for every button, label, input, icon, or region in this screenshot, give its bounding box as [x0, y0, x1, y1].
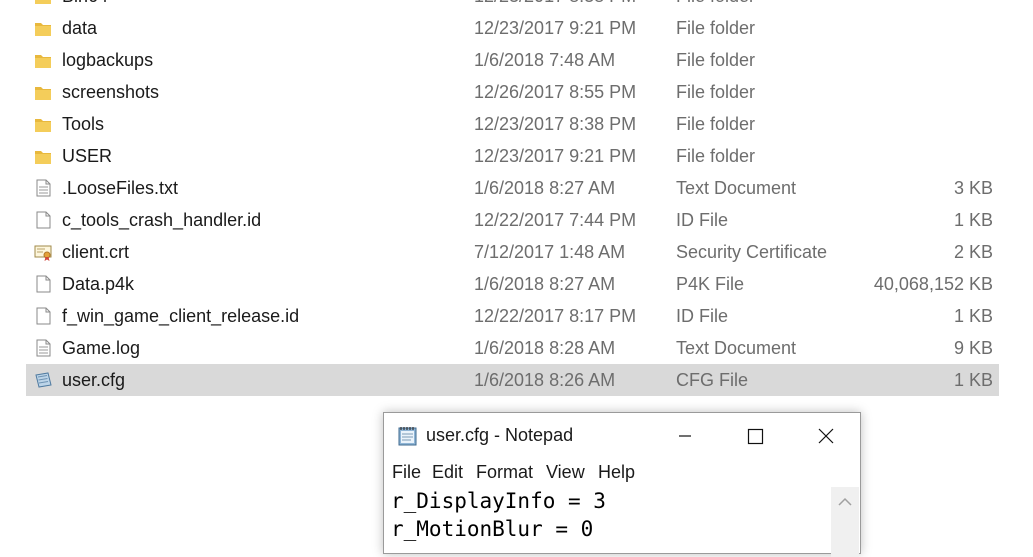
file-name: logbackups	[62, 50, 154, 70]
folder-icon	[35, 0, 51, 4]
file-row[interactable]: .LooseFiles.txt 1/6/2018 8:27 AM Text Docu…	[26, 172, 999, 204]
file-row[interactable]: user.cfg 1/6/2018 8:26 AM CFG File 1 KB	[26, 364, 999, 396]
file-type: ID File	[676, 210, 729, 230]
file-type: P4K File	[676, 274, 745, 294]
notepad-menubar: File Edit Format View Help	[384, 459, 860, 487]
file-row[interactable]: c_tools_crash_handler.id 12/22/2017 7:44 …	[26, 204, 999, 236]
file-type: File folder	[676, 18, 756, 38]
folder-icon	[35, 151, 51, 164]
file-date-modified: 1/6/2018 8:26 AM	[474, 370, 616, 390]
file-type: File folder	[676, 82, 756, 102]
file-date-modified: 1/6/2018 8:27 AM	[474, 274, 616, 294]
file-size: 1 KB	[953, 210, 993, 230]
file-date-modified: 7/12/2017 1:48 AM	[474, 242, 626, 262]
file-name: f_win_game_client_release.id	[62, 306, 300, 326]
file-date-modified: 1/6/2018 7:48 AM	[474, 50, 616, 70]
file-date-modified: 12/26/2017 8:55 PM	[474, 82, 637, 102]
file-name: screenshots	[62, 82, 160, 102]
file-type: CFG File	[676, 370, 748, 390]
file-date-modified: 12/23/2017 9:21 PM	[474, 18, 637, 38]
file-row[interactable]: Tools 12/23/2017 8:38 PM File folder	[26, 108, 999, 140]
notepad-titlebar[interactable]: user.cfg - Notepad	[384, 413, 860, 459]
file-type: Security Certificate	[676, 242, 828, 262]
file-size: 1 KB	[953, 370, 993, 390]
file-size: 1 KB	[953, 306, 993, 326]
file-row[interactable]: Data.p4k 1/6/2018 8:27 AM P4K File 40,068,1…	[26, 268, 999, 300]
minimize-button[interactable]	[650, 413, 720, 459]
file-name: Tools	[62, 114, 105, 134]
file-row[interactable]: data 12/23/2017 9:21 PM File folder	[26, 12, 999, 44]
text-line: r_DisplayInfo = 3	[391, 489, 606, 513]
file-name: Game.log	[62, 338, 141, 358]
blank-file-icon	[36, 211, 51, 229]
file-date-modified: 1/6/2018 8:28 AM	[474, 338, 616, 358]
menu-help[interactable]: Help	[598, 462, 635, 483]
file-name: .LooseFiles.txt	[62, 178, 179, 198]
close-icon	[818, 428, 834, 444]
file-type: File folder	[676, 50, 756, 70]
menu-edit[interactable]: Edit	[432, 462, 463, 483]
folder-icon	[35, 87, 51, 100]
blank-file-icon	[36, 307, 51, 325]
file-row[interactable]: client.crt 7/12/2017 1:48 AM Security Cert…	[26, 236, 999, 268]
file-date-modified: 1/6/2018 8:27 AM	[474, 178, 616, 198]
file-row[interactable]: f_win_game_client_release.id 12/22/2017 8…	[26, 300, 999, 332]
blank-file-icon	[36, 275, 51, 293]
folder-icon	[35, 119, 51, 132]
file-type: File folder	[676, 114, 756, 134]
text-line: r_MotionBlur = 0	[391, 517, 594, 541]
file-name: Data.p4k	[62, 274, 135, 294]
minimize-icon	[679, 435, 691, 437]
file-date-modified: 12/23/2017 8:38 PM	[474, 0, 636, 12]
file-date-modified: 12/22/2017 7:44 PM	[474, 210, 637, 230]
file-name: client.crt	[62, 242, 130, 262]
folder-icon	[35, 23, 51, 36]
file-name: c_tools_crash_handler.id	[62, 210, 262, 230]
file-size: 40,068,152 KB	[873, 274, 993, 294]
file-date-modified: 12/23/2017 8:38 PM	[474, 114, 637, 134]
menu-file[interactable]: File	[392, 462, 421, 483]
notepad-text-area[interactable]: r_DisplayInfo = 3 r_MotionBlur = 0	[384, 487, 830, 557]
file-type: ID File	[676, 306, 729, 326]
text-file-icon	[36, 179, 51, 197]
file-row[interactable]: Bin64 12/23/2017 8:38 PM File folder	[26, 0, 999, 12]
scroll-up-icon[interactable]	[831, 489, 859, 515]
file-name: Bin64	[62, 0, 108, 12]
file-name: USER	[62, 146, 113, 166]
file-size: 3 KB	[953, 178, 993, 198]
maximize-icon	[747, 428, 764, 445]
file-size: 9 KB	[953, 338, 993, 358]
file-type: Text Document	[676, 178, 797, 198]
certificate-icon	[34, 245, 52, 261]
file-date-modified: 12/22/2017 8:17 PM	[474, 306, 637, 326]
notepad-title: user.cfg - Notepad	[426, 425, 574, 445]
file-type: File folder	[676, 146, 756, 166]
cfg-file-icon	[35, 372, 52, 388]
file-type: Text Document	[676, 338, 797, 358]
file-row[interactable]: Game.log 1/6/2018 8:28 AM Text Document 9 K…	[26, 332, 999, 364]
maximize-button[interactable]	[720, 413, 790, 459]
file-size: 2 KB	[953, 242, 993, 262]
folder-icon	[35, 55, 51, 68]
file-row[interactable]: screenshots 12/26/2017 8:55 PM File folder	[26, 76, 999, 108]
text-file-icon	[36, 339, 51, 357]
file-name: data	[62, 18, 98, 38]
file-name: user.cfg	[62, 370, 126, 390]
menu-view[interactable]: View	[546, 462, 585, 483]
file-row[interactable]: logbackups 1/6/2018 7:48 AM File folder	[26, 44, 999, 76]
file-type: File folder	[676, 0, 755, 12]
menu-format[interactable]: Format	[476, 462, 533, 483]
close-button[interactable]	[790, 413, 860, 459]
file-date-modified: 12/23/2017 9:21 PM	[474, 146, 637, 166]
file-row[interactable]: USER 12/23/2017 9:21 PM File folder	[26, 140, 999, 172]
notepad-icon	[398, 427, 417, 446]
vertical-scrollbar[interactable]	[831, 487, 859, 557]
notepad-window[interactable]: user.cfg - Notepad File Edit Format View…	[383, 412, 861, 557]
